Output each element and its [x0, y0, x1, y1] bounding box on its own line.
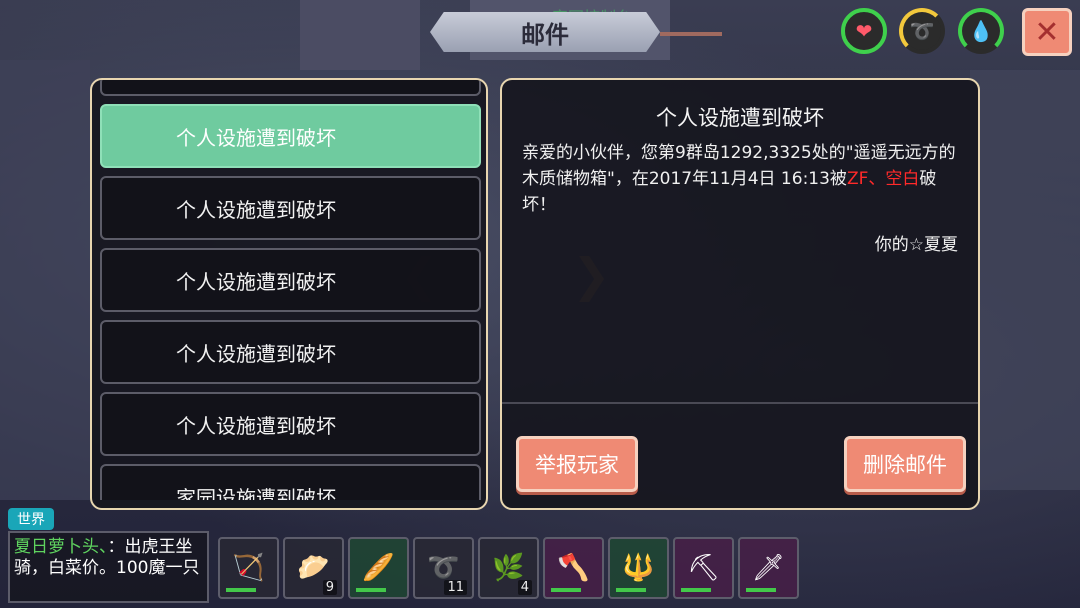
water-drop-icon: 💧 — [958, 8, 1004, 54]
background-wall-right — [970, 70, 1080, 490]
hunger-icon: ➰ — [899, 8, 945, 54]
mail-list-item[interactable]: 个人设施遭到破坏 — [100, 320, 481, 384]
attacker-name: ZF — [846, 169, 869, 189]
hotbar-slot[interactable]: 🗡 — [738, 537, 799, 599]
item-count: 9 — [322, 580, 337, 595]
mail-item-label: 个人设施遭到破坏 — [176, 125, 336, 150]
mail-item-label: 个人设施遭到破坏 — [176, 413, 336, 438]
mail-signature: 你的☆夏夏 — [874, 235, 958, 255]
crystal-staff-icon: 🔱 — [622, 553, 655, 583]
close-button[interactable]: ✕ — [1022, 8, 1072, 56]
delete-mail-button[interactable]: 删除邮件 — [844, 436, 966, 492]
mail-list-item[interactable]: 个人设施遭到破坏 — [100, 176, 481, 240]
durability-bar — [226, 588, 256, 592]
hotbar-slot[interactable]: 🪓 — [543, 537, 604, 599]
hotbar: 🏹 🥟 9 🥖 ➰ 11 🌿 4 🪓 🔱 ⛏ 🗡 — [218, 537, 799, 599]
divider — [502, 402, 978, 404]
chat-box[interactable]: 夏日萝卜头、：出虎王坐骑，白菜价。100魔一只 — [8, 531, 209, 603]
banner-line-right — [660, 32, 722, 36]
mail-item-label: 个人设施遭到破坏 — [176, 197, 336, 222]
crystal-axe-icon: 🪓 — [557, 553, 590, 583]
bow-icon: 🏹 — [232, 553, 265, 583]
mail-list-item[interactable]: 个人设施遭到破坏 — [100, 248, 481, 312]
mail-item-label: 个人设施遭到破坏 — [176, 341, 336, 366]
item-count: 11 — [444, 580, 467, 595]
food-bag-icon: 🥖 — [362, 553, 395, 583]
hotbar-slot[interactable]: ➰ 11 — [413, 537, 474, 599]
mail-detail-body: 亲爱的小伙伴，您第9群岛1292,3325处的"遥遥无远方的木质储物箱"，在20… — [522, 140, 962, 218]
chat-sender: 夏日萝卜头、 — [14, 537, 108, 557]
vine-icon: 🌿 — [492, 553, 525, 583]
attacker-separator: 、 — [868, 169, 886, 189]
mail-detail-title: 个人设施遭到破坏 — [656, 106, 824, 130]
rope-whip-icon: ➰ — [427, 553, 460, 583]
crystal-sword-icon: 🗡 — [751, 553, 785, 583]
attacker-name: 空白 — [885, 169, 920, 189]
hotbar-slot[interactable]: 🥟 9 — [283, 537, 344, 599]
hotbar-slot[interactable]: 🌿 4 — [478, 537, 539, 599]
durability-bar — [681, 588, 711, 592]
title-banner: 邮件 — [430, 12, 660, 52]
mail-list-item[interactable]: 个人设施遭到破坏 — [100, 392, 481, 456]
page-title: 邮件 — [521, 20, 569, 49]
mail-list-item[interactable]: 家园设施遭到破坏 — [100, 464, 481, 500]
mail-list-item[interactable]: 个人设施遭到破坏 — [100, 104, 481, 168]
durability-bar — [616, 588, 646, 592]
background-block — [300, 0, 420, 70]
heart-icon: ❤ — [841, 8, 887, 54]
report-player-button[interactable]: 举报玩家 — [516, 436, 638, 492]
hotbar-slot[interactable]: 🥖 — [348, 537, 409, 599]
chat-channel-tag[interactable]: 世界 — [8, 508, 54, 530]
mail-item-label: 家园设施遭到破坏 — [176, 485, 336, 501]
mail-list-item-stub — [100, 80, 481, 96]
pickaxe-icon: ⛏ — [686, 553, 720, 583]
mail-detail-panel: 个人设施遭到破坏 亲爱的小伙伴，您第9群岛1292,3325处的"遥遥无远方的木… — [500, 78, 980, 510]
hotbar-slot[interactable]: ⛏ — [673, 537, 734, 599]
durability-bar — [356, 588, 386, 592]
hotbar-slot[interactable]: 🔱 — [608, 537, 669, 599]
durability-bar — [746, 588, 776, 592]
hotbar-slot[interactable]: 🏹 — [218, 537, 279, 599]
mail-item-label: 个人设施遭到破坏 — [176, 269, 336, 294]
close-icon: ✕ — [1034, 14, 1060, 50]
dumpling-basket-icon: 🥟 — [297, 553, 330, 583]
mail-list-panel: 个人设施遭到破坏 个人设施遭到破坏 个人设施遭到破坏 个人设施遭到破坏 个人设施… — [90, 78, 488, 510]
item-count: 4 — [517, 580, 532, 595]
durability-bar — [551, 588, 581, 592]
mail-list[interactable]: 个人设施遭到破坏 个人设施遭到破坏 个人设施遭到破坏 个人设施遭到破坏 个人设施… — [100, 80, 482, 500]
background-wall-left — [0, 60, 90, 500]
